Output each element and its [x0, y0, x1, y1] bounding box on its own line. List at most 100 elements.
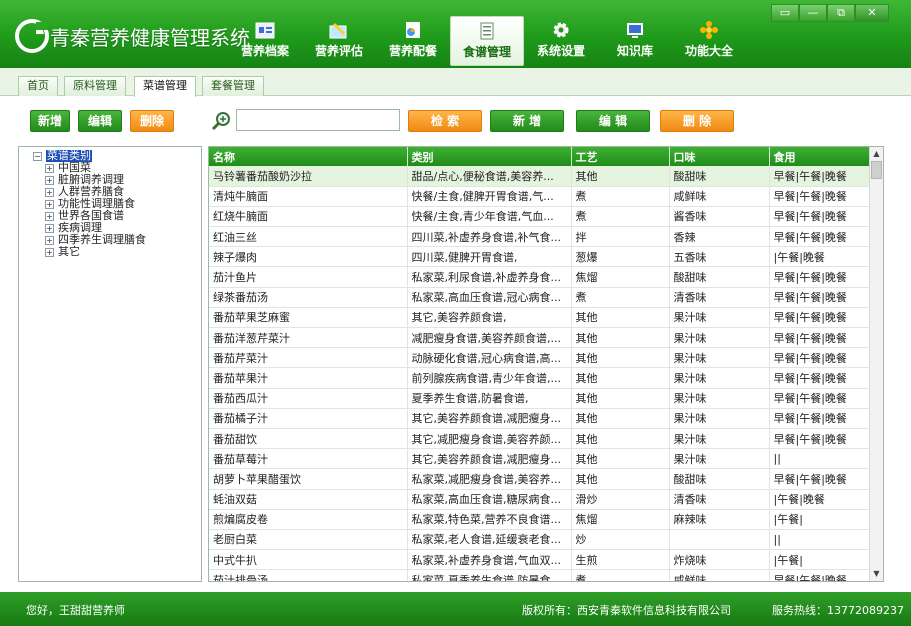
- nav-item-recipe[interactable]: 食谱管理: [450, 16, 524, 66]
- cell-category: 夏季养生食谱,防暑食谱,: [407, 388, 572, 409]
- table-row[interactable]: 红油三丝 四川菜,补虚养身食谱,补气食... 拌香辣 早餐|午餐|晚餐: [209, 226, 872, 248]
- cell-category: 四川菜,健脾开胃食谱,: [407, 246, 572, 268]
- table-row[interactable]: 中式牛扒 私家菜,补虚养身食谱,气血双... 生煎 炸烧味 |午餐|: [209, 549, 872, 571]
- cell-technique: 焦熘: [571, 266, 670, 288]
- table-row[interactable]: 番茄草莓汁 其它,美容养颜食谱,减肥瘦身... 其他 果汁味 ||: [209, 448, 872, 470]
- column-header-category[interactable]: 类别: [407, 147, 572, 166]
- tab-set-meals[interactable]: 套餐管理: [202, 76, 264, 96]
- nav-item-meal-plan[interactable]: 营养配餐: [376, 16, 450, 66]
- cell-name: 绿茶番茄汤: [209, 287, 408, 308]
- cell-meal: 早餐|午餐|晚餐: [769, 367, 872, 389]
- tab-ingredients[interactable]: 原料管理: [64, 76, 126, 96]
- cell-category: 动脉硬化食谱,冠心病食谱,高...: [407, 347, 572, 369]
- nav-item-settings[interactable]: 系统设置: [524, 16, 598, 66]
- cell-name: 红油三丝: [209, 226, 408, 248]
- cell-name: 煎煸腐皮卷: [209, 509, 408, 530]
- scroll-thumb[interactable]: [871, 161, 882, 179]
- table-row[interactable]: 番茄芹菜汁 动脉硬化食谱,冠心病食谱,高... 其他 果汁味 早餐|午餐|晚餐: [209, 347, 872, 369]
- table-row[interactable]: 胡萝卜苹果醋蛋饮 私家菜,减肥瘦身食谱,美容养... 其他 酸甜味 早餐|午餐|晚餐: [209, 468, 872, 490]
- table-header-row: 名称 类别 工艺 口味 食用: [209, 147, 872, 166]
- tab-recipes[interactable]: 菜谱管理: [134, 76, 196, 97]
- vertical-scrollbar[interactable]: ▲ ▼: [869, 147, 883, 581]
- cell-flavor: 酱香味: [669, 206, 770, 228]
- expand-icon[interactable]: +: [45, 247, 54, 257]
- cell-name: 番茄芹菜汁: [209, 347, 408, 369]
- cell-meal: 早餐|午餐|晚餐: [769, 266, 872, 288]
- cell-flavor: 香辣: [669, 226, 770, 248]
- tree-item-other[interactable]: + 其它: [33, 246, 201, 258]
- table-row[interactable]: 绿茶番茄汤 私家菜,高血压食谱,冠心病食... 煮清香味 早餐|午餐|晚餐: [209, 287, 872, 308]
- cell-name: 番茄洋葱芹菜汁: [209, 327, 408, 349]
- search-input[interactable]: [236, 109, 400, 131]
- expand-icon[interactable]: +: [45, 187, 54, 197]
- scroll-down-icon[interactable]: ▼: [870, 567, 883, 581]
- table-row[interactable]: 茄汁排骨汤 私家菜,夏季养生食谱,防暑食... 煮咸鲜味 早餐|午餐|晚餐: [209, 569, 872, 581]
- nav-item-knowledge[interactable]: 知识库: [598, 16, 672, 66]
- nav-label: 营养档案: [240, 44, 289, 58]
- minimize-icon[interactable]: —: [799, 4, 827, 22]
- cell-name: 红烧牛腩面: [209, 206, 408, 228]
- cell-meal: 早餐|午餐|晚餐: [769, 166, 872, 187]
- table-row[interactable]: 番茄洋葱芹菜汁 减肥瘦身食谱,美容养颜食谱,... 其他 果汁味 早餐|午餐|晚餐: [209, 327, 872, 349]
- cell-meal: 早餐|午餐|晚餐: [769, 327, 872, 349]
- delete-button[interactable]: 删除: [130, 110, 174, 132]
- column-header-flavor[interactable]: 口味: [669, 147, 770, 166]
- expand-icon[interactable]: +: [45, 211, 54, 221]
- scroll-up-icon[interactable]: ▲: [870, 147, 883, 161]
- nav-item-assessment[interactable]: 营养评估: [302, 16, 376, 66]
- add-button-2[interactable]: 新 增: [490, 110, 564, 132]
- cell-name: 马铃薯番茄酸奶沙拉: [209, 166, 408, 187]
- search-button[interactable]: 检 索: [408, 110, 482, 132]
- cell-category: 其它,美容养颜食谱,减肥瘦身...: [407, 408, 572, 429]
- table-row[interactable]: 番茄苹果芝麻蜜 其它,美容养颜食谱, 其他 果汁味 早餐|午餐|晚餐: [209, 307, 872, 329]
- cell-category: 前列腺疾病食谱,青少年食谱,...: [407, 367, 572, 389]
- table-row[interactable]: 蚝油双菇 私家菜,高血压食谱,糖尿病食... 滑炒 清香味 |午餐|晚餐: [209, 489, 872, 510]
- expand-icon[interactable]: +: [45, 199, 54, 209]
- table-row[interactable]: 茄汁鱼片 私家菜,利尿食谱,补虚养身食... 焦熘 酸甜味 早餐|午餐|晚餐: [209, 266, 872, 288]
- cell-flavor: 清香味: [669, 489, 770, 510]
- cell-technique: 其他: [571, 327, 670, 349]
- nav-item-profile[interactable]: 营养档案: [228, 16, 302, 66]
- close-icon[interactable]: ✕: [855, 4, 889, 22]
- expand-icon[interactable]: +: [45, 175, 54, 185]
- cell-name: 胡萝卜苹果醋蛋饮: [209, 468, 408, 490]
- maximize-icon[interactable]: ⧉: [827, 4, 855, 22]
- cell-flavor: 酸甜味: [669, 266, 770, 288]
- edit-button-2[interactable]: 编 辑: [576, 110, 650, 132]
- cell-flavor: 咸鲜味: [669, 569, 770, 581]
- table-row[interactable]: 马铃薯番茄酸奶沙拉 甜品/点心,便秘食谱,美容养... 其他 酸甜味 早餐|午餐|晚餐: [209, 166, 872, 187]
- expand-icon[interactable]: +: [45, 163, 54, 173]
- expand-icon[interactable]: +: [45, 223, 54, 233]
- table-row[interactable]: 红烧牛腩面 快餐/主食,青少年食谱,气血... 煮酱香味 早餐|午餐|晚餐: [209, 206, 872, 228]
- nav-item-features[interactable]: 功能大全: [672, 16, 746, 66]
- table-row[interactable]: 番茄西瓜汁 夏季养生食谱,防暑食谱, 其他 果汁味 早餐|午餐|晚餐: [209, 388, 872, 409]
- add-button[interactable]: 新增: [30, 110, 70, 132]
- table-row[interactable]: 老厨白菜 私家菜,老人食谱,延缓衰老食... 炒 ||: [209, 529, 872, 551]
- copyright-text: 版权所有：西安青秦软件信息科技有限公司: [522, 604, 731, 617]
- expand-icon[interactable]: +: [45, 235, 54, 245]
- cell-technique: 其他: [571, 468, 670, 490]
- tab-home[interactable]: 首页: [18, 76, 58, 96]
- assessment-icon: [329, 22, 347, 39]
- column-header-meal[interactable]: 食用: [769, 147, 872, 166]
- table-row[interactable]: 番茄橘子汁 其它,美容养颜食谱,减肥瘦身... 其他 果汁味 早餐|午餐|晚餐: [209, 408, 872, 429]
- table-row[interactable]: 煎煸腐皮卷 私家菜,特色菜,营养不良食谱... 焦熘 麻辣味 |午餐|: [209, 509, 872, 530]
- column-header-name[interactable]: 名称: [209, 147, 408, 166]
- table-row[interactable]: 清炖牛腩面 快餐/主食,健脾开胃食谱,气... 煮咸鲜味 早餐|午餐|晚餐: [209, 186, 872, 207]
- search-icon[interactable]: [210, 110, 232, 132]
- cell-meal: 早餐|午餐|晚餐: [769, 347, 872, 369]
- table-row[interactable]: 番茄苹果汁 前列腺疾病食谱,青少年食谱,... 其他 果汁味 早餐|午餐|晚餐: [209, 367, 872, 389]
- table-row[interactable]: 辣子爆肉 四川菜,健脾开胃食谱, 葱爆 五香味 |午餐|晚餐: [209, 246, 872, 268]
- edit-button[interactable]: 编辑: [78, 110, 122, 132]
- cell-name: 番茄苹果芝麻蜜: [209, 307, 408, 329]
- cell-technique: 其他: [571, 367, 670, 389]
- cell-technique: 煮: [571, 206, 670, 228]
- delete-button-2[interactable]: 删 除: [660, 110, 734, 132]
- cell-category: 私家菜,老人食谱,延缓衰老食...: [407, 529, 572, 551]
- restore-mini-icon[interactable]: ▭: [771, 4, 799, 22]
- cell-category: 甜品/点心,便秘食谱,美容养...: [407, 166, 572, 187]
- collapse-icon[interactable]: −: [33, 151, 42, 161]
- column-header-technique[interactable]: 工艺: [571, 147, 670, 166]
- table-row[interactable]: 番茄甜饮 其它,减肥瘦身食谱,美容养颜... 其他 果汁味 早餐|午餐|晚餐: [209, 428, 872, 450]
- cell-meal: 早餐|午餐|晚餐: [769, 226, 872, 248]
